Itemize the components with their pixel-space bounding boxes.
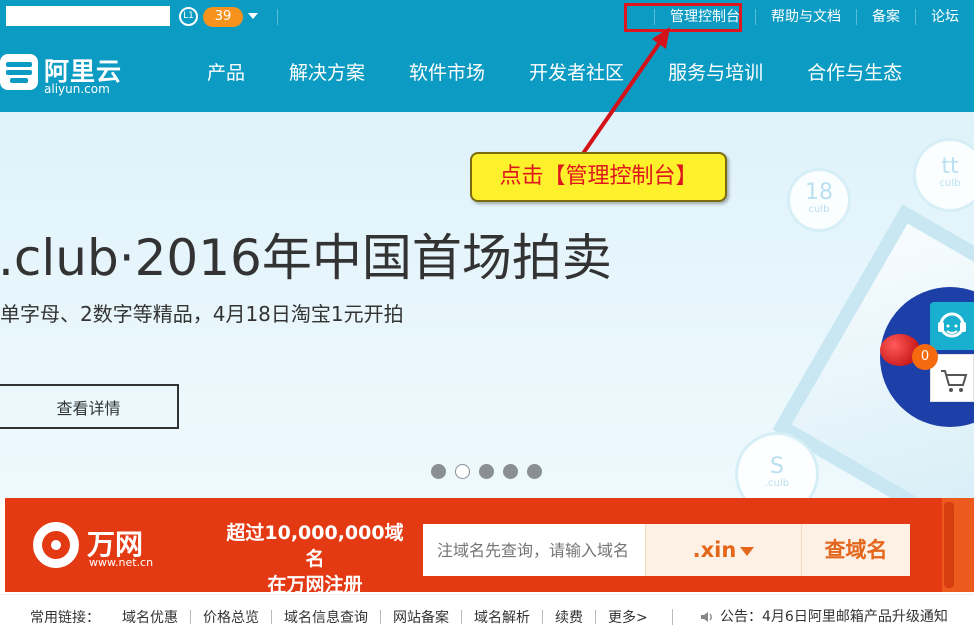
bubble-18: 18 culb bbox=[787, 168, 851, 232]
nav-solutions[interactable]: 解决方案 bbox=[267, 34, 387, 112]
carousel-dot[interactable] bbox=[527, 464, 542, 479]
annotation-callout: 点击【管理控制台】 bbox=[470, 152, 727, 202]
customer-service-button[interactable] bbox=[930, 302, 974, 350]
icp-filing-link[interactable]: 备案 bbox=[857, 0, 915, 34]
member-level-badge: L1 bbox=[179, 7, 198, 26]
cloud-logo-icon bbox=[0, 54, 38, 90]
wanwang-site: www.net.cn bbox=[89, 556, 154, 569]
main-navbar: 阿里云 aliyun.com 产品 解决方案 软件市场 开发者社区 服务与培训 … bbox=[0, 34, 974, 112]
tld-select[interactable]: .xin bbox=[645, 524, 801, 576]
nav-products[interactable]: 产品 bbox=[185, 34, 267, 112]
carousel-dot[interactable] bbox=[479, 464, 494, 479]
common-links-bar: 常用链接： 域名优惠 价格总览 域名信息查询 网站备案 域名解析 续费 更多> … bbox=[0, 594, 974, 638]
wanwang-seal-icon bbox=[28, 517, 84, 573]
cart-count-badge: 0 bbox=[912, 344, 938, 370]
main-nav-menu: 产品 解决方案 软件市场 开发者社区 服务与培训 合作与生态 bbox=[185, 34, 924, 112]
logo-domain: aliyun.com bbox=[44, 82, 110, 96]
forum-link[interactable]: 论坛 bbox=[916, 0, 974, 34]
divider bbox=[672, 609, 673, 625]
points-badge[interactable]: 39 bbox=[203, 7, 243, 27]
domain-slogan: 超过10,000,000域名 在万网注册 bbox=[220, 520, 410, 598]
slogan-line-1: 超过10,000,000域名 bbox=[226, 522, 404, 570]
strip-side-tab[interactable] bbox=[942, 498, 974, 592]
carousel-dot[interactable] bbox=[503, 464, 518, 479]
bubble-tt: tt culb bbox=[913, 138, 974, 212]
link-domain-deals[interactable]: 域名优惠 bbox=[110, 607, 190, 627]
chevron-down-icon bbox=[740, 546, 755, 556]
banner-subtitle: 单字母、2数字等精品，4月18日淘宝1元开拍 bbox=[0, 302, 404, 326]
link-site-filing[interactable]: 网站备案 bbox=[381, 607, 461, 627]
link-renew[interactable]: 续费 bbox=[543, 607, 595, 627]
account-dropdown-icon[interactable] bbox=[248, 13, 258, 19]
username-field[interactable] bbox=[6, 6, 170, 26]
common-links-label: 常用链接： bbox=[30, 609, 100, 626]
speaker-icon bbox=[701, 612, 712, 622]
nav-software-market[interactable]: 软件市场 bbox=[387, 34, 507, 112]
announcement[interactable]: 公告：4月6日阿里邮箱产品升级通知 bbox=[700, 595, 948, 638]
help-docs-link[interactable]: 帮助与文档 bbox=[756, 0, 856, 34]
banner-title: .club·2016年中国首场拍卖 bbox=[0, 229, 612, 287]
link-whois[interactable]: 域名信息查询 bbox=[272, 607, 380, 627]
announcement-text: 公告：4月6日阿里邮箱产品升级通知 bbox=[720, 609, 948, 625]
nav-partners-ecosystem[interactable]: 合作与生态 bbox=[785, 34, 924, 112]
domain-search-box: .xin 查域名 bbox=[423, 524, 910, 576]
tld-value: .xin bbox=[692, 538, 737, 562]
view-details-button[interactable]: 查看详情 bbox=[0, 384, 179, 429]
wanwang-logo[interactable]: 万网 www.net.cn bbox=[28, 517, 183, 573]
search-domain-button[interactable]: 查域名 bbox=[801, 524, 910, 576]
headset-icon bbox=[938, 312, 966, 338]
domain-search-input[interactable] bbox=[423, 524, 645, 576]
carousel-dot[interactable] bbox=[431, 464, 446, 479]
carousel-indicators bbox=[431, 464, 542, 479]
cart-icon bbox=[941, 370, 968, 392]
link-price-overview[interactable]: 价格总览 bbox=[191, 607, 271, 627]
top-utility-bar: L1 39 管理控制台 帮助与文档 备案 论坛 bbox=[0, 0, 974, 34]
aliyun-logo[interactable]: 阿里云 aliyun.com bbox=[0, 52, 130, 96]
annotation-arrow-icon bbox=[580, 27, 670, 157]
link-more[interactable]: 更多> bbox=[596, 607, 660, 627]
link-dns[interactable]: 域名解析 bbox=[462, 607, 542, 627]
carousel-dot-active[interactable] bbox=[455, 464, 470, 479]
domain-search-strip: 万网 www.net.cn 超过10,000,000域名 在万网注册 .xin … bbox=[5, 498, 974, 596]
divider bbox=[277, 9, 278, 25]
